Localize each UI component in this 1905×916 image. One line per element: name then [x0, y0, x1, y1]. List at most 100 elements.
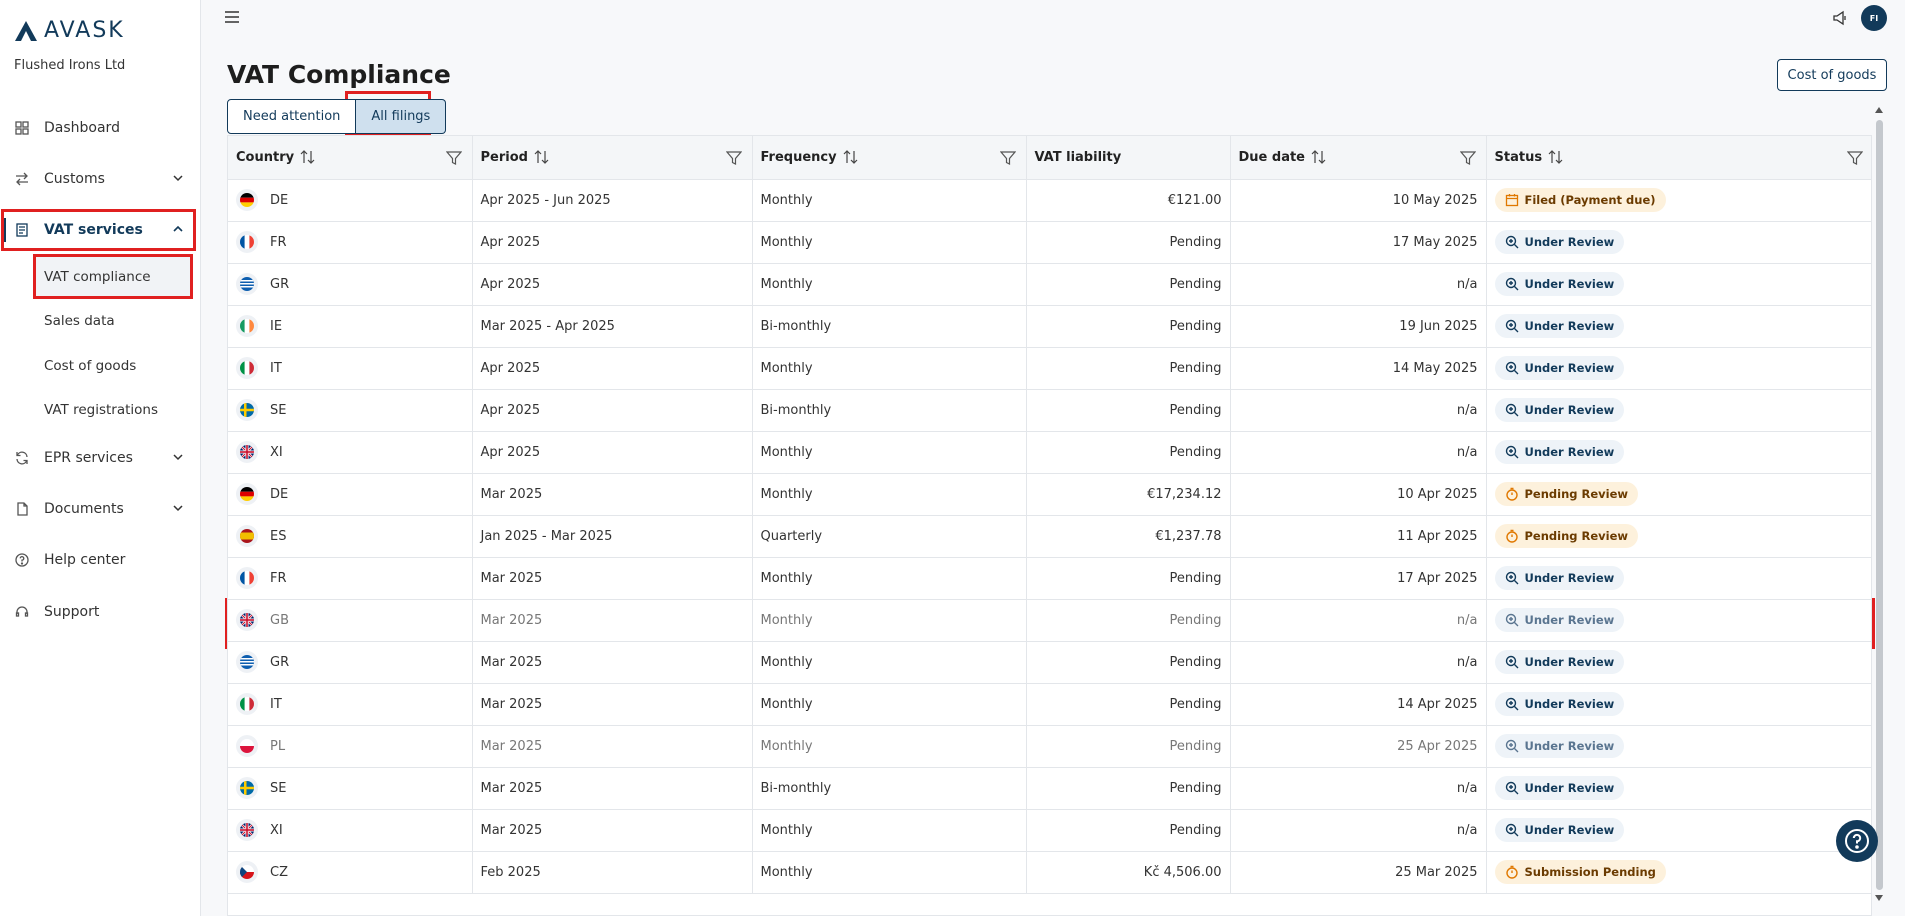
tab-need-attention[interactable]: Need attention: [227, 99, 357, 134]
flag-icon: [236, 819, 258, 841]
status-label: Pending Review: [1524, 529, 1629, 543]
cell-country: PL: [228, 725, 473, 768]
sidebar: AVASK Flushed Irons Ltd Dashboard Custom…: [0, 0, 201, 916]
table-row[interactable]: DE Apr 2025 - Jun 2025 Monthly €121.00 10 Ma…: [228, 179, 1871, 222]
nav-cost-of-goods-label: Cost of goods: [44, 358, 137, 374]
nav-cost-of-goods[interactable]: Cost of goods: [34, 346, 192, 386]
cell-frequency: Monthly: [752, 641, 1027, 684]
nav-vat-registrations[interactable]: VAT registrations: [34, 390, 192, 430]
cell-frequency: Bi-monthly: [752, 305, 1027, 348]
nav-support-label: Support: [44, 604, 100, 620]
status-badge: Under Review: [1494, 650, 1625, 674]
nav-support[interactable]: Support: [0, 592, 201, 632]
tab-all-filings[interactable]: All filings: [356, 99, 447, 134]
filter-icon[interactable]: [1846, 150, 1863, 166]
table-row[interactable]: IT Mar 2025 Monthly Pending 14 Apr 2025 Under…: [228, 683, 1871, 726]
zoom-search-icon: [1505, 739, 1518, 753]
filter-icon[interactable]: [445, 150, 462, 166]
cost-of-goods-button[interactable]: Cost of goods: [1777, 59, 1887, 91]
col-country[interactable]: Country: [228, 136, 473, 180]
nav-sales-data[interactable]: Sales data: [34, 301, 192, 341]
chevron-down-icon: [173, 505, 183, 512]
table-row[interactable]: ES Jan 2025 - Mar 2025 Quarterly €1,237.78 1…: [228, 515, 1871, 558]
scrollbar-thumb[interactable]: [1876, 120, 1883, 890]
sort-icon[interactable]: [1548, 150, 1564, 165]
refresh-icon: [14, 450, 30, 466]
cell-due-date: 10 May 2025: [1230, 179, 1487, 222]
table-row[interactable]: GR Mar 2025 Monthly Pending n/a Under Review: [228, 641, 1871, 684]
filter-icon[interactable]: [725, 150, 742, 166]
nav-documents[interactable]: Documents: [0, 489, 201, 529]
cell-vat-liability: Kč 4,506.00: [1026, 851, 1231, 894]
col-due-date[interactable]: Due date: [1230, 136, 1487, 180]
status-badge: Submission Pending: [1494, 860, 1666, 884]
cell-status: Under Review: [1486, 557, 1871, 600]
cell-frequency: Monthly: [752, 851, 1027, 894]
hamburger-menu-icon[interactable]: [224, 10, 240, 24]
status-label: Under Review: [1524, 361, 1615, 375]
scroll-down-arrow-icon[interactable]: [1874, 894, 1884, 902]
cell-status: Under Review: [1486, 221, 1871, 264]
status-label: Under Review: [1524, 277, 1615, 291]
country-code: CZ: [270, 864, 288, 880]
col-period[interactable]: Period: [472, 136, 753, 180]
col-status[interactable]: Status: [1486, 136, 1871, 180]
table-row[interactable]: XI Apr 2025 Monthly Pending n/a Under Review: [228, 431, 1871, 474]
document-list-icon: [14, 222, 30, 238]
sort-icon[interactable]: [534, 150, 550, 165]
avask-logo-icon: [15, 20, 37, 41]
country-code: GR: [270, 654, 290, 670]
table-row[interactable]: FR Mar 2025 Monthly Pending 17 Apr 2025 Under…: [228, 557, 1871, 600]
sort-icon[interactable]: [1311, 150, 1327, 165]
zoom-search-icon: [1505, 445, 1518, 459]
cell-period: Feb 2025: [472, 851, 753, 894]
col-frequency[interactable]: Frequency: [752, 136, 1027, 180]
cell-status: Under Review: [1486, 347, 1871, 390]
status-badge: Under Review: [1494, 608, 1625, 632]
sort-icon[interactable]: [843, 150, 859, 165]
table-row[interactable]: CZ Feb 2025 Monthly Kč 4,506.00 25 Mar 2025 S…: [228, 851, 1871, 894]
flag-icon: [236, 861, 258, 883]
nav-help-center[interactable]: Help center: [0, 540, 201, 580]
chevron-up-icon: [173, 225, 183, 232]
filter-icon[interactable]: [999, 150, 1016, 166]
nav-customs[interactable]: Customs: [0, 159, 201, 199]
country-code: XI: [270, 444, 283, 460]
country-code: IT: [270, 696, 282, 712]
cell-vat-liability: Pending: [1026, 305, 1231, 348]
scroll-up-arrow-icon[interactable]: [1874, 106, 1884, 114]
nav-vat-services[interactable]: VAT services: [0, 210, 201, 250]
status-label: Under Review: [1524, 697, 1615, 711]
flag-icon: [236, 189, 258, 211]
table-row[interactable]: IT Apr 2025 Monthly Pending 14 May 2025 Under…: [228, 347, 1871, 390]
table-row[interactable]: XI Mar 2025 Monthly Pending n/a Under Review: [228, 809, 1871, 852]
cell-vat-liability: Pending: [1026, 431, 1231, 474]
table-row[interactable]: SE Mar 2025 Bi-monthly Pending n/a Under Revi…: [228, 767, 1871, 810]
cell-frequency: Monthly: [752, 347, 1027, 390]
megaphone-icon[interactable]: [1832, 10, 1848, 26]
nav-vat-compliance[interactable]: VAT compliance: [34, 257, 192, 297]
table-row[interactable]: GB Mar 2025 Monthly Pending n/a Under Review: [228, 599, 1871, 642]
cell-frequency: Monthly: [752, 221, 1027, 264]
table-row[interactable]: FR Apr 2025 Monthly Pending 17 May 2025 Under…: [228, 221, 1871, 264]
cell-country: IT: [228, 683, 473, 726]
country-code: DE: [270, 192, 289, 208]
user-avatar[interactable]: FI: [1861, 5, 1887, 31]
nav-dashboard[interactable]: Dashboard: [0, 108, 201, 148]
flag-icon: [236, 609, 258, 631]
filter-icon[interactable]: [1459, 150, 1476, 166]
country-code: GB: [270, 612, 289, 628]
table-row[interactable]: PL Mar 2025 Monthly Pending 25 Apr 2025 Under…: [228, 725, 1871, 768]
country-code: SE: [270, 402, 287, 418]
table-row[interactable]: DE Mar 2025 Monthly €17,234.12 10 Apr 2025 Pe…: [228, 473, 1871, 516]
cell-period: Mar 2025: [472, 599, 753, 642]
table-row[interactable]: GR Apr 2025 Monthly Pending n/a Under Review: [228, 263, 1871, 306]
headset-icon: [14, 604, 30, 620]
table-row[interactable]: SE Apr 2025 Bi-monthly Pending n/a Under Revi…: [228, 389, 1871, 432]
flag-icon: [236, 693, 258, 715]
nav-epr-services[interactable]: EPR services: [0, 438, 201, 478]
help-chat-button[interactable]: [1836, 820, 1878, 862]
sort-icon[interactable]: [300, 150, 316, 165]
avask-logo[interactable]: AVASK: [14, 18, 125, 43]
table-row[interactable]: IE Mar 2025 - Apr 2025 Bi-monthly Pending 19…: [228, 305, 1871, 348]
